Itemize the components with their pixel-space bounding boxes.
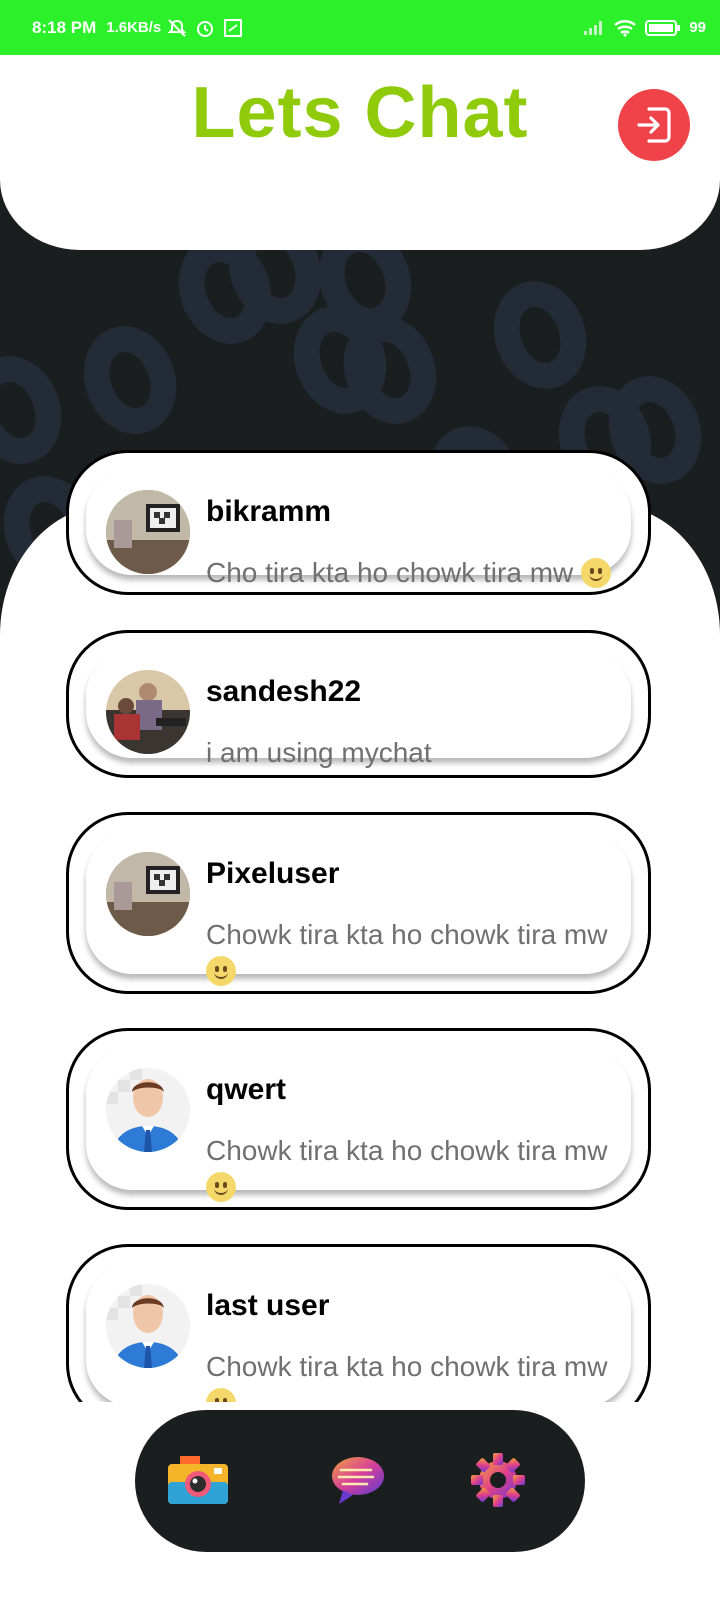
avatar — [106, 852, 190, 936]
chat-item-inner: sandesh22 i am using mychat — [86, 650, 631, 768]
chat-name: qwert — [206, 1073, 287, 1106]
chat-item-inner: qwert Chowk tira kta ho chowk tira mw — [86, 1048, 631, 1202]
chat-icon — [332, 1457, 384, 1504]
notification-icon — [224, 18, 243, 37]
chat-name: last user — [206, 1289, 330, 1322]
chat-message: i am using mychat — [206, 737, 432, 768]
logout-button[interactable] — [618, 89, 690, 161]
mute-icon — [167, 18, 187, 37]
avatar — [106, 1284, 190, 1368]
app-title: Lets Chat — [191, 73, 529, 153]
smile-emoji-icon — [206, 1172, 236, 1202]
settings-icon — [471, 1453, 525, 1507]
avatar — [106, 670, 190, 754]
chat-item[interactable]: last user Chowk tira kta ho chowk tira m… — [66, 1244, 651, 1402]
status-bar: 8:18 PM 1.6KB/s 99 — [0, 0, 720, 55]
battery-level: 99 — [689, 19, 706, 36]
chat-item[interactable]: Pixeluser Chowk tira kta ho chowk tira m… — [66, 812, 651, 994]
alarm-icon — [197, 20, 214, 37]
camera-icon — [168, 1456, 228, 1504]
chat-list[interactable]: bikramm Cho tira kta ho chowk tira mw sa… — [0, 450, 720, 1402]
avatar — [106, 490, 190, 574]
chat-message: Chowk tira kta ho chowk tira mw — [206, 1133, 636, 1205]
avatar — [106, 1068, 190, 1152]
signal-icon — [584, 20, 603, 35]
chat-name: sandesh22 — [206, 675, 362, 708]
chat-item-inner: Pixeluser Chowk tira kta ho chowk tira m… — [86, 832, 631, 986]
smile-emoji-icon — [581, 558, 612, 588]
chat-name: bikramm — [206, 495, 332, 528]
chat-message: Chowk tira kta ho chowk tira mw — [206, 1349, 636, 1402]
camera-button[interactable] — [163, 1445, 233, 1515]
chat-item[interactable]: sandesh22 i am using mychat — [66, 630, 651, 778]
chat-name: Pixeluser — [206, 857, 340, 890]
battery-icon — [645, 19, 681, 36]
status-time: 8:18 PM — [32, 17, 97, 37]
chat-item[interactable]: bikramm Cho tira kta ho chowk tira mw — [66, 450, 651, 595]
logout-icon — [637, 107, 671, 143]
network-speed: 1.6KB/s — [106, 19, 162, 36]
settings-button[interactable] — [463, 1445, 533, 1515]
chat-item[interactable]: qwert Chowk tira kta ho chowk tira mw — [66, 1028, 651, 1210]
chat-item-inner: last user Chowk tira kta ho chowk tira m… — [86, 1264, 631, 1402]
bottom-navigation — [135, 1410, 585, 1552]
chat-item-inner: bikramm Cho tira kta ho chowk tira mw — [86, 470, 631, 588]
chat-message: Cho tira kta ho chowk tira mw — [206, 555, 636, 591]
chat-message: Chowk tira kta ho chowk tira mw — [206, 917, 636, 989]
wifi-icon — [614, 19, 637, 37]
smile-emoji-icon — [206, 956, 236, 986]
chat-button[interactable] — [323, 1445, 393, 1515]
smile-emoji-icon — [206, 1388, 236, 1402]
